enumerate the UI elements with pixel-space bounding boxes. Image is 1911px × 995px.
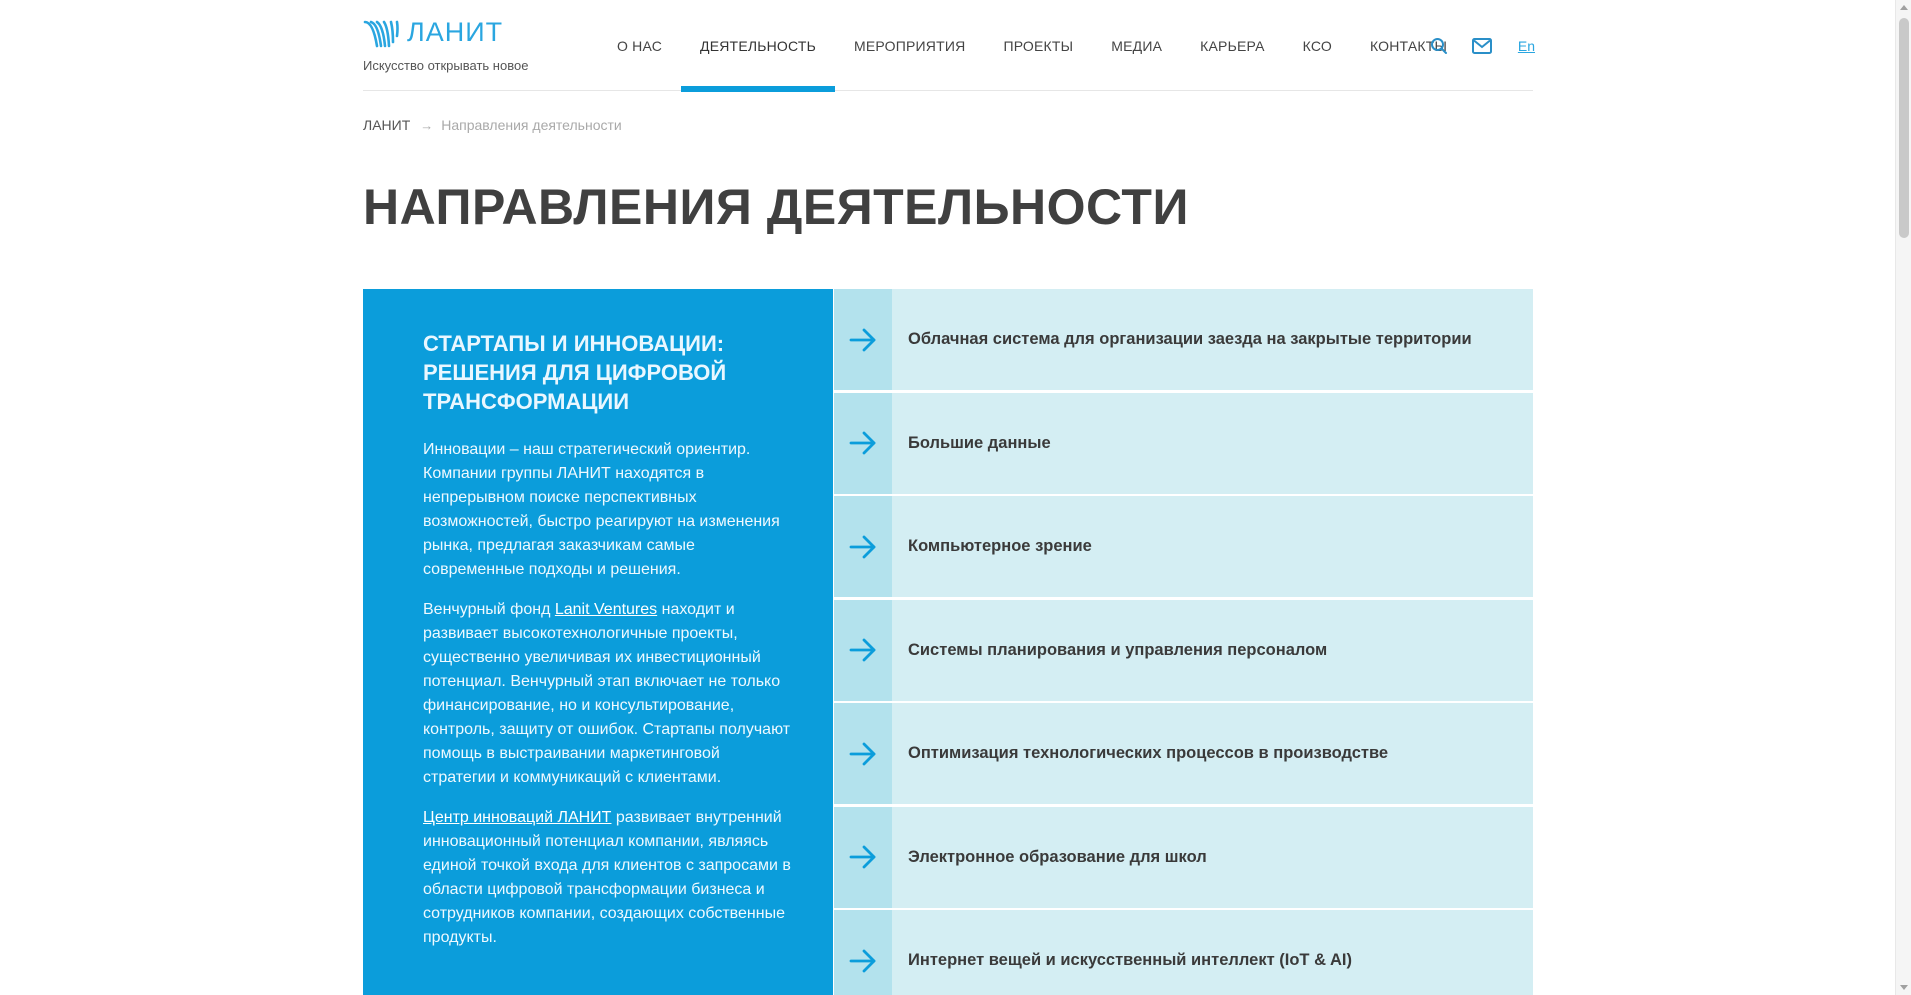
arrow-right-icon [834,599,892,701]
directions-list: Облачная система для организации заезда … [834,289,1533,995]
lanit-logo-icon [363,20,399,47]
language-switch[interactable]: En [1518,38,1535,54]
card-p2-after: находит и развивает высокотехнологичные … [423,601,791,786]
breadcrumb-home[interactable]: ЛАНИТ [363,117,410,133]
card-p2-before: Венчурный фонд [423,601,555,618]
card-title: СТАРТАПЫ И ИННОВАЦИИ: РЕШЕНИЯ ДЛЯ ЦИФРОВ… [423,331,727,414]
arrow-right-icon [834,496,892,597]
scroll-thumb[interactable] [1899,18,1909,238]
card-paragraph-2: Венчурный фонд Lanit Ventures находит и … [423,598,793,790]
header-tools: En [1406,0,1535,91]
card-p3-after: развивает внутренний инновационный потен… [423,809,791,946]
direction-item[interactable]: Системы планирования и управления персон… [834,599,1533,701]
nav-item-csr[interactable]: КСО [1284,0,1351,91]
breadcrumb-current: Направления деятельности [441,117,622,133]
arrow-right-icon [834,392,892,494]
breadcrumb-arrow-icon: → [420,117,434,133]
nav-item-activity[interactable]: Деятельность [681,0,835,92]
direction-label: Облачная система для организации заезда … [908,330,1472,348]
direction-label: Оптимизация технологических процессов в … [908,744,1389,762]
lanit-ventures-link[interactable]: Lanit Ventures [555,601,657,618]
direction-item[interactable]: Облачная система для организации заезда … [834,289,1533,390]
direction-label: Интернет вещей и искусственный интеллект… [908,951,1352,969]
page: ЛАНИТ Искусство открывать новое О нас Де… [363,0,1535,995]
direction-item[interactable]: Компьютерное зрение [834,496,1533,597]
card-paragraph-3: Центр инноваций ЛАНИТ развивает внутренн… [423,806,793,950]
breadcrumb: ЛАНИТ → Направления деятельности [363,117,622,133]
nav-item-events[interactable]: Мероприятия [835,0,984,91]
innovation-card: СТАРТАПЫ И ИННОВАЦИИ: РЕШЕНИЯ ДЛЯ ЦИФРОВ… [363,289,833,995]
mail-icon[interactable] [1471,37,1492,54]
arrow-right-icon [834,289,892,390]
arrow-right-icon [834,806,892,908]
innovation-center-link[interactable]: Центр инноваций ЛАНИТ [423,809,611,826]
logo-link[interactable]: ЛАНИТ [363,17,503,48]
tagline: Искусство открывать новое [363,58,529,73]
nav-item-projects[interactable]: Проекты [984,0,1092,91]
direction-item[interactable]: Электронное образование для школ [834,806,1533,908]
direction-item[interactable]: Оптимизация технологических процессов в … [834,703,1533,804]
arrow-right-icon [834,910,892,995]
scroll-down-icon[interactable] [1900,985,1908,990]
page-title: Направления деятельности [363,179,1189,235]
card-paragraph-1: Инновации – наш стратегический ориентир.… [423,441,780,578]
scroll-up-icon[interactable] [1900,5,1908,10]
arrow-right-icon [834,703,892,804]
direction-item[interactable]: Большие данные [834,392,1533,494]
page-scrollbar[interactable] [1895,0,1911,995]
direction-label: Большие данные [908,433,1051,452]
logo-text: ЛАНИТ [407,17,504,47]
direction-item[interactable]: Интернет вещей и искусственный интеллект… [834,910,1533,995]
search-icon[interactable] [1430,37,1448,55]
nav-item-career[interactable]: Карьера [1181,0,1284,91]
main-nav: О нас Деятельность Мероприятия Проекты М… [598,0,1466,92]
nav-item-about[interactable]: О нас [598,0,681,91]
site-header: ЛАНИТ Искусство открывать новое О нас Де… [363,0,1535,92]
direction-label: Системы планирования и управления персон… [908,640,1328,659]
direction-label: Электронное образование для школ [908,847,1207,866]
direction-label: Компьютерное зрение [908,537,1092,555]
nav-item-media[interactable]: Медиа [1092,0,1181,91]
